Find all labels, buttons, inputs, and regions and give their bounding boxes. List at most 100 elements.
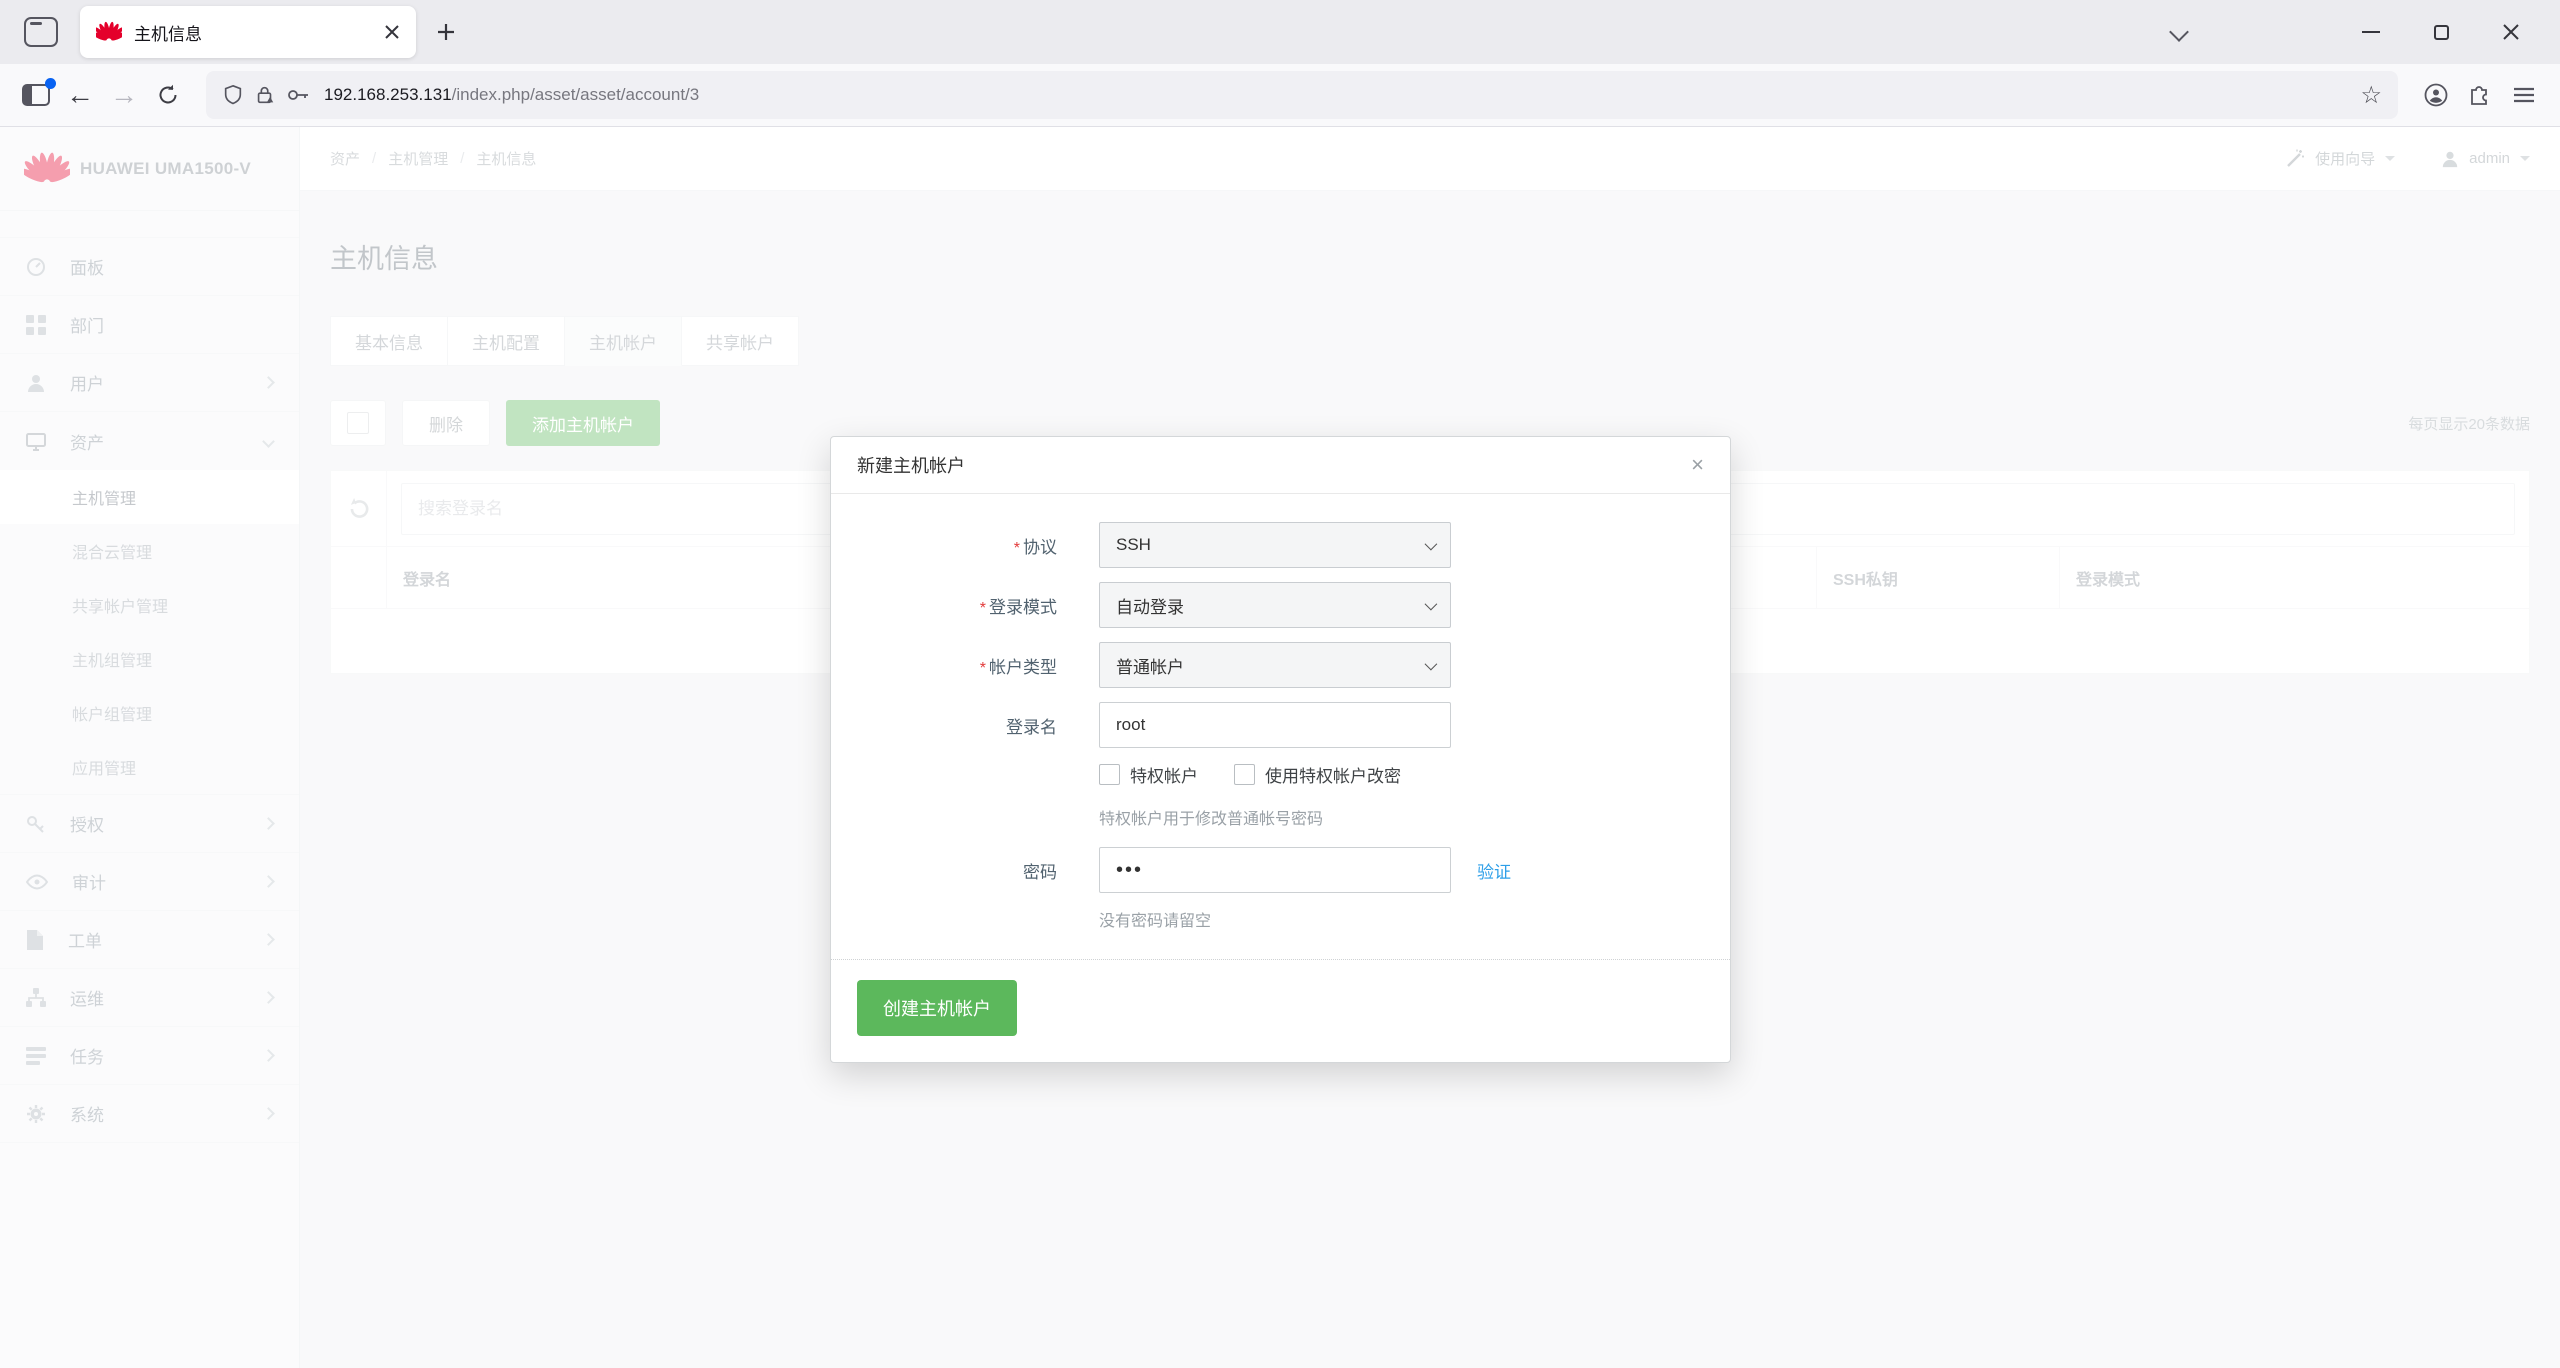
column-ssh-key[interactable]: SSH私钥: [1816, 547, 2059, 608]
modal-title: 新建主机帐户: [857, 452, 965, 478]
tracking-shield-icon[interactable]: [222, 83, 244, 107]
new-host-account-modal: 新建主机帐户 × *协议 SSH *登录模式 自动登录: [830, 436, 1731, 1063]
chevron-right-icon: [262, 817, 275, 830]
back-icon[interactable]: ←: [58, 73, 102, 117]
minimize-button[interactable]: [2336, 12, 2406, 52]
reset-search-icon[interactable]: [331, 471, 387, 546]
sitemap-icon: [26, 988, 46, 1008]
sidebar-item-dashboard[interactable]: 面板: [0, 238, 299, 296]
sidebar-subitem-account-groups[interactable]: 帐户组管理: [0, 686, 299, 740]
sidebar-subitem-host-groups[interactable]: 主机组管理: [0, 632, 299, 686]
tab-host-accounts[interactable]: 主机帐户: [565, 316, 682, 366]
sidebar-item-assets[interactable]: 资产: [0, 412, 299, 470]
account-icon[interactable]: [2414, 73, 2458, 117]
sidebar-subitem-app-management[interactable]: 应用管理: [0, 740, 299, 794]
browser-tab-strip: 主机信息: [0, 0, 2560, 64]
brand: HUAWEI UMA1500-V: [0, 127, 299, 211]
url-text: 192.168.253.131/index.php/asset/asset/ac…: [324, 85, 699, 105]
extensions-puzzle-icon[interactable]: [2458, 73, 2502, 117]
magic-wand-icon: [2285, 149, 2305, 169]
protocol-select[interactable]: SSH: [1099, 522, 1451, 568]
protocol-label: *协议: [857, 533, 1057, 558]
restore-button[interactable]: [2406, 12, 2476, 52]
brand-text: HUAWEI UMA1500-V: [80, 159, 251, 179]
account-type-select[interactable]: 普通帐户: [1099, 642, 1451, 688]
sidebar-item-department[interactable]: 部门: [0, 296, 299, 354]
password-hint: 没有密码请留空: [1099, 907, 1704, 931]
sidebar-subitem-host-management[interactable]: 主机管理: [0, 470, 299, 524]
browser-toolbar: ← → 192.168.253.131/index.php/asset/asse…: [0, 64, 2560, 127]
page-size-label: 每页显示20条数据: [2408, 413, 2530, 434]
password-input[interactable]: [1099, 847, 1451, 893]
sidebar-nav: 面板 部门 用户 资产 主机管理 混合云管理: [0, 237, 299, 1143]
chevron-right-icon: [262, 875, 275, 888]
list-tabs-icon[interactable]: [2169, 22, 2189, 42]
select-chevron-icon: [1425, 597, 1438, 610]
page-title: 主机信息: [330, 237, 2530, 276]
connection-lock-icon[interactable]: [254, 83, 276, 107]
use-privileged-checkbox[interactable]: 使用特权帐户改密: [1234, 762, 1401, 787]
breadcrumb-host-management[interactable]: 主机管理: [388, 148, 448, 169]
login-name-label: 登录名: [857, 713, 1057, 738]
sidebar-subitem-hybrid-cloud[interactable]: 混合云管理: [0, 524, 299, 578]
checkbox-icon: [1234, 764, 1255, 785]
user-dropdown[interactable]: admin: [2441, 150, 2530, 168]
chevron-right-icon: [262, 1107, 275, 1120]
browser-tab[interactable]: 主机信息: [80, 6, 416, 58]
chevron-right-icon: [262, 933, 275, 946]
page-topbar: 资产 / 主机管理 / 主机信息 使用向导 admin: [300, 127, 2560, 191]
tab-host-config[interactable]: 主机配置: [448, 316, 565, 366]
sidebar-item-tasks[interactable]: 任务: [0, 1027, 299, 1085]
sidebar-item-system[interactable]: 系统: [0, 1085, 299, 1143]
add-host-account-button[interactable]: 添加主机帐户: [506, 400, 660, 446]
forward-icon[interactable]: →: [102, 73, 146, 117]
wizard-dropdown[interactable]: 使用向导: [2285, 148, 2395, 169]
sidebar-subitem-shared-accounts[interactable]: 共享帐户管理: [0, 578, 299, 632]
sidebar-item-users[interactable]: 用户: [0, 354, 299, 412]
delete-button[interactable]: 删除: [402, 400, 490, 446]
sidebar-item-tickets[interactable]: 工单: [0, 911, 299, 969]
task-list-icon: [26, 1047, 46, 1065]
login-mode-select[interactable]: 自动登录: [1099, 582, 1451, 628]
verify-link[interactable]: 验证: [1477, 858, 1511, 883]
key-icon[interactable]: [286, 85, 312, 105]
chevron-right-icon: [262, 376, 275, 389]
huawei-logo-icon: [24, 148, 70, 190]
modal-footer: 创建主机帐户: [831, 959, 1730, 1062]
screen: 主机信息 ← →: [0, 0, 2560, 1368]
caret-down-icon: [2520, 156, 2530, 166]
window-close-button[interactable]: [2476, 12, 2546, 52]
create-host-account-button[interactable]: 创建主机帐户: [857, 980, 1017, 1036]
privileged-hint: 特权帐户用于修改普通帐号密码: [1099, 805, 1704, 829]
key-icon: [26, 814, 46, 834]
app-viewport: HUAWEI UMA1500-V 面板 部门 用户 资: [0, 127, 2560, 1368]
tab-shared-accounts[interactable]: 共享帐户: [682, 316, 799, 366]
menu-hamburger-icon[interactable]: [2502, 73, 2546, 117]
modal-close-icon[interactable]: ×: [1691, 454, 1704, 476]
firefox-view-icon[interactable]: [24, 17, 58, 47]
account-type-label: *帐户类型: [857, 653, 1057, 678]
tab-title: 主机信息: [134, 20, 384, 45]
bookmark-star-icon[interactable]: ☆: [2360, 81, 2382, 110]
breadcrumb-assets[interactable]: 资产: [330, 148, 360, 169]
sidebar-item-authorization[interactable]: 授权: [0, 795, 299, 853]
tab-basic-info[interactable]: 基本信息: [330, 316, 448, 366]
assets-submenu: 主机管理 混合云管理 共享帐户管理 主机组管理 帐户组管理 应用管理: [0, 470, 299, 795]
sidebar-item-audit[interactable]: 审计: [0, 853, 299, 911]
reload-icon[interactable]: [146, 73, 190, 117]
chevron-right-icon: [262, 991, 275, 1004]
gear-icon: [26, 1104, 46, 1124]
sidebar-toggle-icon[interactable]: [14, 73, 58, 117]
window-controls: [2172, 12, 2546, 52]
sidebar-item-operations[interactable]: 运维: [0, 969, 299, 1027]
new-tab-icon[interactable]: [436, 22, 456, 42]
privileged-account-checkbox[interactable]: 特权帐户: [1099, 762, 1198, 787]
login-name-input[interactable]: [1099, 702, 1451, 748]
column-login-mode[interactable]: 登录模式: [2059, 547, 2529, 608]
select-all-checkbox[interactable]: [330, 400, 386, 446]
tab-close-icon[interactable]: [384, 24, 400, 40]
address-bar[interactable]: 192.168.253.131/index.php/asset/asset/ac…: [206, 71, 2398, 119]
login-mode-label: *登录模式: [857, 593, 1057, 618]
detail-tabs: 基本信息 主机配置 主机帐户 共享帐户: [330, 316, 2530, 366]
chevron-down-icon: [262, 435, 275, 448]
